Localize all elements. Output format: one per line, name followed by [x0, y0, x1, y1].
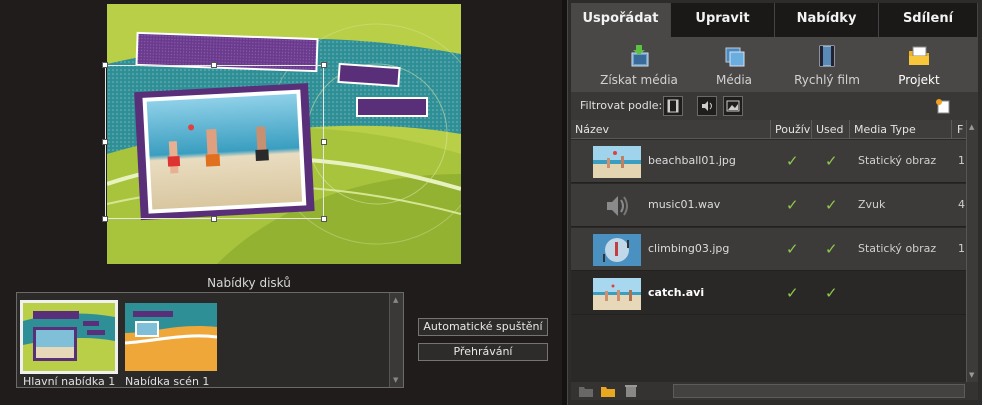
scroll-up-icon[interactable]: ▲: [393, 296, 398, 304]
scenes-menu-thumbnail-image: [125, 303, 217, 371]
new-folder-icon[interactable]: [579, 384, 593, 397]
filter-label: Filtrovat podle:: [580, 99, 663, 112]
resize-handle[interactable]: [211, 216, 217, 222]
check-icon: ✓: [786, 240, 799, 258]
media-type: Statický obraz: [858, 154, 937, 167]
tab-disc-menus[interactable]: Nabídky disků: [775, 3, 879, 58]
menu-thumbnail-label: Nabídka scén 1: [125, 375, 210, 388]
file-name: beachball01.jpg: [648, 154, 736, 167]
image-filter-icon[interactable]: [723, 96, 743, 116]
tab-share[interactable]: Sdílení: [879, 3, 978, 37]
table-row[interactable]: catch.avi ✓ ✓: [571, 272, 966, 315]
table-horizontal-scrollbar[interactable]: [673, 384, 965, 398]
quick-movie-icon: [816, 45, 838, 67]
resize-handle[interactable]: [102, 62, 108, 68]
main-tabs: Uspořádat Upravit Nabídky disků Sdílení: [571, 3, 978, 58]
app-window: Nabídky disků Hlavní nabídka 1 Nabídka s…: [0, 0, 982, 405]
column-divider[interactable]: [849, 120, 850, 139]
file-name: catch.avi: [648, 286, 705, 299]
audio-filter-icon[interactable]: [697, 96, 717, 116]
beach-thumbnail: [593, 146, 641, 178]
column-divider[interactable]: [951, 120, 952, 139]
resize-handle[interactable]: [211, 62, 217, 68]
extra-cell: 4: [958, 198, 965, 211]
file-name: music01.wav: [648, 198, 721, 211]
tab-organize[interactable]: Uspořádat: [571, 3, 671, 37]
disc-menus-list: Hlavní nabídka 1 Nabídka scén 1 ▲ ▼: [16, 292, 404, 388]
column-divider[interactable]: [811, 120, 812, 139]
table-vertical-scrollbar[interactable]: ▲ ▼: [966, 120, 978, 382]
table-bottom-bar: [571, 382, 978, 400]
column-divider[interactable]: [770, 120, 771, 139]
check-icon: ✓: [786, 196, 799, 214]
table-header: Název Použív Used Media Type F: [571, 120, 966, 139]
extra-cell: 1: [958, 154, 965, 167]
table-row[interactable]: music01.wav ✓ ✓ Zvuk 4: [571, 184, 966, 227]
column-header-name[interactable]: Název: [575, 123, 609, 136]
subtab-quick-movie[interactable]: Rychlý film: [789, 45, 865, 87]
autoplay-button[interactable]: Automatické spuštění: [418, 318, 548, 336]
main-menu-thumbnail-image: [20, 300, 118, 374]
column-header-used[interactable]: Used: [816, 123, 844, 136]
filter-bar: Filtrovat podle:: [571, 92, 978, 120]
table-row[interactable]: climbing03.jpg ✓ ✓ Statický obraz 1: [571, 228, 966, 271]
subtab-project[interactable]: Projekt: [889, 45, 949, 87]
resize-handle[interactable]: [102, 139, 108, 145]
table-row[interactable]: beachball01.jpg ✓ ✓ Statický obraz 1: [571, 140, 966, 183]
menus-scrollbar[interactable]: ▲ ▼: [389, 293, 403, 387]
menu-background-art: [107, 4, 461, 264]
new-item-icon[interactable]: [933, 96, 953, 116]
menu-thumbnail-label: Hlavní nabídka 1: [23, 375, 116, 388]
catch-thumbnail: [593, 278, 641, 310]
media-icon: [723, 45, 745, 67]
video-filter-icon[interactable]: [663, 96, 683, 116]
disc-menus-title: Nabídky disků: [207, 276, 291, 290]
check-icon: ✓: [825, 152, 838, 170]
media-type: Statický obraz: [858, 242, 937, 255]
check-icon: ✓: [786, 284, 799, 302]
column-header-used-in[interactable]: Použív: [775, 123, 810, 136]
media-type: Zvuk: [858, 198, 886, 211]
resize-handle[interactable]: [321, 216, 327, 222]
scroll-up-icon[interactable]: ▲: [969, 123, 974, 131]
menu-preview[interactable]: [107, 4, 461, 264]
column-header-f[interactable]: F: [957, 123, 963, 136]
climbing-thumbnail: [593, 234, 641, 266]
organize-subtabs: Získat média Média Rychlý film Projekt: [571, 37, 978, 92]
extra-cell: 1: [958, 242, 965, 255]
column-header-media-type[interactable]: Media Type: [854, 123, 916, 136]
scroll-down-icon[interactable]: ▼: [393, 376, 398, 384]
resize-handle[interactable]: [102, 216, 108, 222]
media-table: Název Použív Used Media Type F beachball…: [571, 120, 966, 382]
scroll-down-icon[interactable]: ▼: [969, 371, 974, 379]
disc-menu-editor: Nabídky disků Hlavní nabídka 1 Nabídka s…: [0, 0, 566, 405]
resize-handle[interactable]: [321, 62, 327, 68]
check-icon: ✓: [825, 240, 838, 258]
tab-edit[interactable]: Upravit: [671, 3, 775, 37]
menu-thumbnail-scenes[interactable]: Nabídka scén 1: [125, 303, 223, 388]
subtab-get-media[interactable]: Získat média: [599, 45, 679, 87]
subtab-media[interactable]: Média: [704, 45, 764, 87]
check-icon: ✓: [786, 152, 799, 170]
check-icon: ✓: [825, 284, 838, 302]
check-icon: ✓: [825, 196, 838, 214]
play-button[interactable]: Přehrávání: [418, 343, 548, 361]
folder-icon[interactable]: [601, 384, 615, 397]
get-media-icon: [628, 45, 650, 67]
trash-icon[interactable]: [624, 384, 638, 397]
menu-thumbnail-main[interactable]: Hlavní nabídka 1: [20, 300, 121, 388]
speaker-icon: [593, 190, 641, 222]
project-folder-icon: [908, 45, 930, 67]
organize-panel: Uspořádat Upravit Nabídky disků Sdílení …: [567, 0, 982, 405]
file-name: climbing03.jpg: [648, 242, 730, 255]
resize-handle[interactable]: [321, 139, 327, 145]
